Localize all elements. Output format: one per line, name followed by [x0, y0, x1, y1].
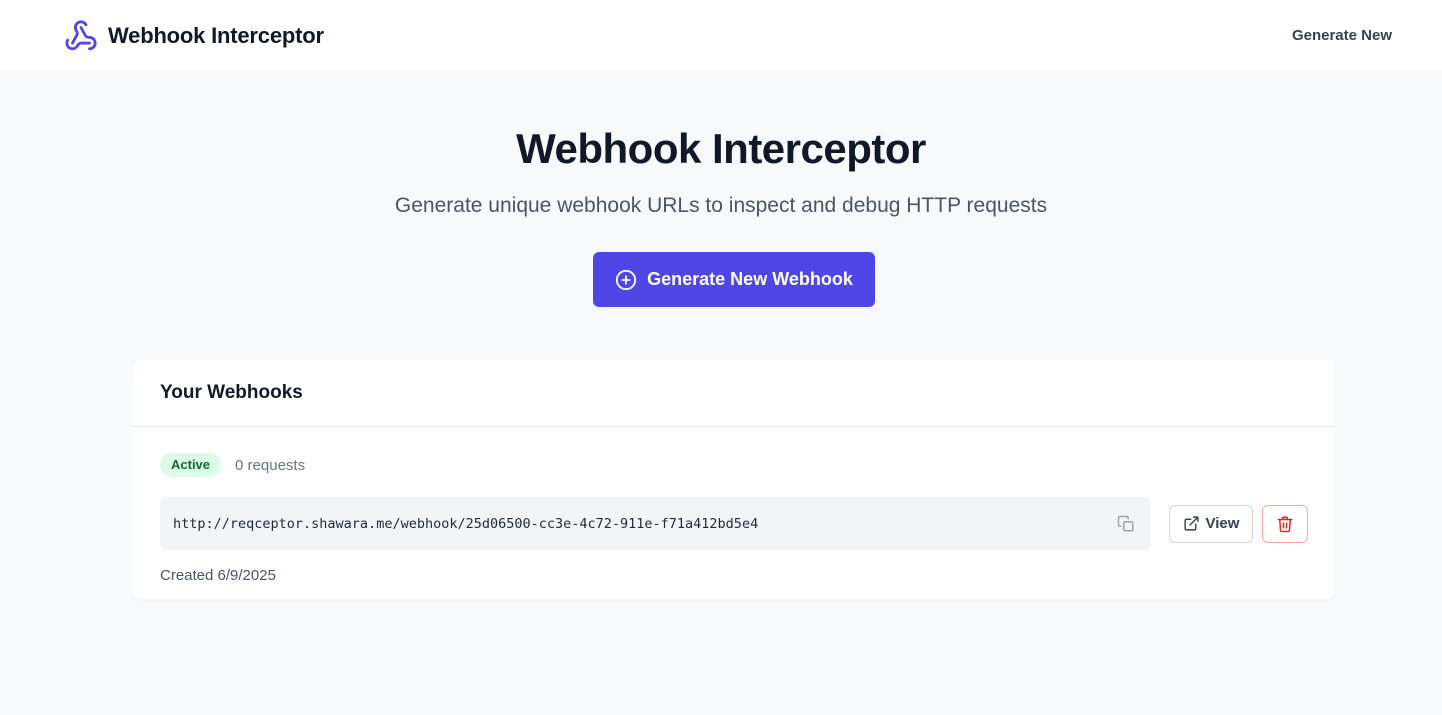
view-button[interactable]: View — [1169, 504, 1253, 543]
webhook-url-row: http://reqceptor.shawara.me/webhook/25d0… — [160, 497, 1308, 550]
top-navbar: Webhook Interceptor Generate New — [0, 0, 1442, 71]
page-subtitle: Generate unique webhook URLs to inspect … — [394, 194, 1048, 217]
plus-circle-icon — [615, 269, 637, 291]
webhook-icon — [64, 19, 98, 53]
trash-icon — [1276, 515, 1294, 533]
page-title: Webhook Interceptor — [516, 125, 926, 172]
generate-webhook-label: Generate New Webhook — [647, 269, 853, 289]
external-link-icon — [1183, 515, 1200, 532]
webhook-url: http://reqceptor.shawara.me/webhook/25d0… — [173, 515, 759, 532]
delete-button[interactable] — [1262, 504, 1308, 543]
webhook-url-box: http://reqceptor.shawara.me/webhook/25d0… — [160, 497, 1151, 550]
webhooks-card: Your Webhooks Active 0 requests http://r… — [133, 360, 1335, 599]
view-label: View — [1205, 515, 1240, 532]
brand[interactable]: Webhook Interceptor — [64, 19, 324, 53]
copy-icon[interactable] — [1115, 513, 1137, 535]
webhook-item: Active 0 requests http://reqceptor.shawa… — [133, 427, 1335, 584]
generate-new-link[interactable]: Generate New — [1292, 27, 1392, 44]
created-date: Created 6/9/2025 — [160, 567, 276, 584]
generate-webhook-button[interactable]: Generate New Webhook — [593, 252, 875, 307]
request-count: 0 requests — [235, 456, 306, 474]
webhooks-card-header: Your Webhooks — [133, 360, 1335, 427]
webhooks-heading: Your Webhooks — [160, 382, 303, 403]
status-badge: Active — [160, 453, 222, 477]
app-title: Webhook Interceptor — [108, 22, 324, 48]
webhook-meta: Active 0 requests — [160, 453, 1308, 477]
hero-section: Webhook Interceptor Generate unique webh… — [0, 71, 1442, 307]
